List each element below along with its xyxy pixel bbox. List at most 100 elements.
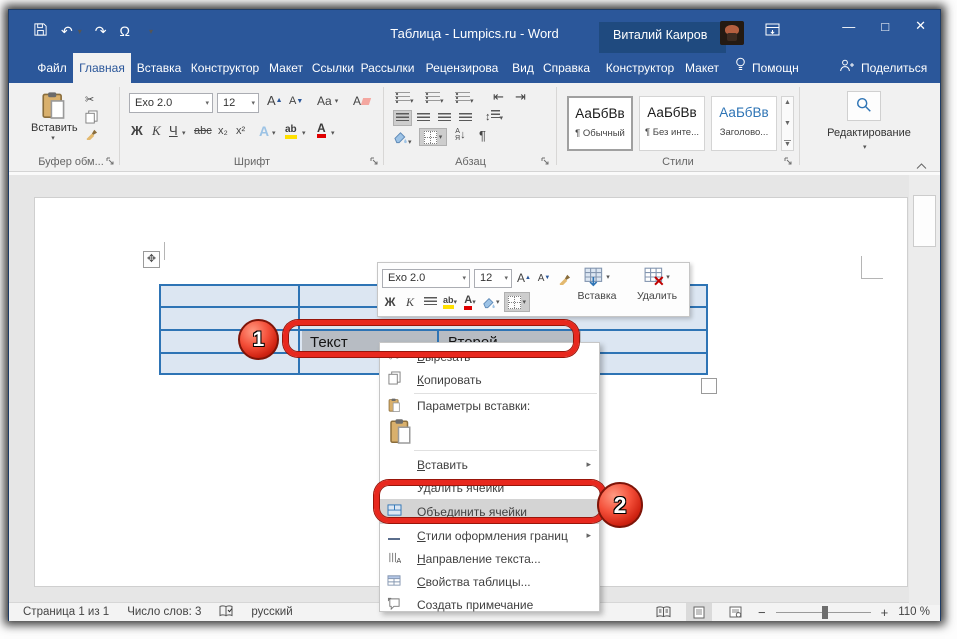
mini-delete-table-button[interactable]: ▾ Удалить (631, 267, 683, 302)
menu-item-new-comment[interactable]: Создать примечание (380, 593, 599, 616)
proofing-icon[interactable] (219, 605, 233, 620)
align-right-button[interactable] (435, 110, 454, 126)
copy-icon[interactable] (85, 110, 98, 127)
menu-item-table-properties[interactable]: Свойства таблицы... (380, 570, 599, 593)
scrollbar-thumb[interactable] (913, 195, 936, 247)
bullet-list-icon[interactable]: ▾ (395, 92, 414, 106)
change-case-button[interactable]: Aa▾ (317, 94, 338, 108)
style-normal[interactable]: АаБбВв ¶ Обычный (567, 96, 633, 151)
underline-dropdown-icon[interactable]: ▾ (182, 129, 186, 137)
superscript-button[interactable]: x² (236, 125, 245, 137)
style-heading1[interactable]: АаБбВв Заголово... (711, 96, 777, 151)
table-resize-handle[interactable] (701, 378, 717, 394)
zoom-slider-thumb[interactable] (822, 606, 828, 619)
paste-dropdown-icon[interactable]: ▾ (31, 134, 75, 142)
editing-dropdown-icon[interactable]: ▾ (863, 143, 867, 151)
zoom-out-button[interactable]: − (758, 605, 766, 620)
tab-home[interactable]: Главная (73, 53, 131, 83)
font-color-button[interactable]: А (317, 123, 326, 138)
scroll-up-icon[interactable]: ▲ (784, 99, 791, 106)
font-name-combo[interactable]: Exo 2.0▾ (129, 93, 213, 113)
mini-italic-button[interactable]: К (402, 292, 418, 312)
menu-item-insert[interactable]: Вставить ▸ (380, 453, 599, 476)
word-count[interactable]: Число слов: 3 (127, 606, 201, 618)
page-indicator[interactable]: Страница 1 из 1 (23, 606, 109, 618)
decrease-indent-icon[interactable]: ⇤ (493, 89, 504, 105)
mini-font-size-combo[interactable]: 12▾ (474, 269, 512, 288)
align-left-button[interactable] (393, 110, 412, 126)
account-user-name[interactable]: Виталий Каиров (613, 28, 707, 42)
sort-icon[interactable]: АЯ ↓ (455, 128, 466, 142)
text-effects-dropdown-icon[interactable]: ▾ (272, 129, 276, 137)
mini-highlight-button[interactable]: ab▾ (442, 292, 458, 312)
find-button[interactable] (847, 91, 881, 121)
underline-button[interactable]: Ч (169, 123, 178, 138)
mini-font-name-combo[interactable]: Exo 2.0▾ (382, 269, 470, 288)
paste-button[interactable]: Вставить ▾ (31, 91, 75, 147)
tab-view[interactable]: Вид (508, 53, 538, 83)
close-button[interactable]: ✕ (915, 18, 926, 34)
styles-dialog-launcher-icon[interactable] (784, 157, 794, 167)
zoom-slider[interactable] (776, 612, 871, 613)
bold-button[interactable]: Ж (131, 123, 143, 138)
subscript-button[interactable]: x₂ (218, 125, 228, 137)
menu-item-copy[interactable]: Копировать (380, 368, 599, 391)
avatar[interactable] (720, 21, 744, 45)
menu-item-border-styles[interactable]: Стили оформления границ ▸ (380, 524, 599, 547)
read-mode-icon[interactable] (650, 603, 676, 621)
align-justify-button[interactable] (456, 110, 475, 126)
shrink-font-button[interactable]: А▼ (289, 95, 303, 107)
clipboard-dialog-launcher-icon[interactable] (106, 157, 116, 167)
mini-borders-button[interactable]: ▾ (504, 292, 531, 312)
pilcrow-icon[interactable]: ¶ (479, 128, 486, 143)
tab-file[interactable]: Файл (33, 53, 71, 83)
mini-bold-button[interactable]: Ж (382, 292, 398, 312)
tab-review[interactable]: Рецензирова (418, 53, 506, 83)
ribbon-display-options-icon[interactable] (765, 22, 780, 42)
cut-icon[interactable]: ✂ (85, 93, 94, 106)
numbered-list-icon[interactable]: ▾ (425, 92, 444, 106)
tab-design[interactable]: Конструктор (187, 53, 263, 83)
strikethrough-button[interactable]: abc (194, 125, 212, 137)
paragraph-dialog-launcher-icon[interactable] (541, 157, 551, 167)
mini-format-painter-icon[interactable] (556, 268, 572, 288)
gallery-more-icon[interactable]: ▼ (784, 140, 791, 148)
web-layout-icon[interactable] (722, 603, 748, 621)
tab-references[interactable]: Ссылки (309, 53, 357, 83)
highlight-button[interactable]: ab (285, 125, 297, 139)
menu-item-text-direction[interactable]: А Направление текста... (380, 547, 599, 570)
style-no-spacing[interactable]: АаБбВв ¶ Без инте... (639, 96, 705, 151)
increase-indent-icon[interactable]: ⇥ (515, 89, 526, 105)
zoom-in-button[interactable]: + (881, 605, 889, 620)
editing-label[interactable]: Редактирование (801, 127, 937, 139)
grow-font-button[interactable]: А▲ (267, 93, 283, 108)
font-size-combo[interactable]: 12▾ (217, 93, 259, 113)
mini-shrink-font-button[interactable]: А▼ (536, 268, 552, 288)
scroll-down-icon[interactable]: ▼ (784, 120, 791, 127)
language-indicator[interactable]: русский (251, 606, 292, 618)
text-effects-button[interactable]: А (259, 123, 269, 139)
zoom-level[interactable]: 110 % (898, 606, 930, 618)
tab-mailings[interactable]: Рассылки (359, 53, 416, 83)
maximize-button[interactable]: □ (881, 19, 889, 34)
shading-icon[interactable]: ▾ (393, 130, 412, 147)
minimize-button[interactable]: — (842, 19, 855, 34)
tab-insert[interactable]: Вставка (133, 53, 185, 83)
italic-button[interactable]: К (152, 123, 161, 139)
mini-insert-table-button[interactable]: ▾ Вставка (571, 267, 623, 302)
tab-table-design[interactable]: Конструктор (603, 53, 677, 83)
format-painter-icon[interactable] (85, 127, 98, 143)
multilevel-list-icon[interactable]: ▾ (455, 92, 474, 106)
font-dialog-launcher-icon[interactable] (370, 157, 380, 167)
mini-font-color-button[interactable]: А▾ (462, 292, 478, 312)
align-center-button[interactable] (414, 110, 433, 126)
tab-help[interactable]: Справка (540, 53, 593, 83)
table-move-handle[interactable]: ✥ (143, 251, 160, 268)
mini-align-icon[interactable] (422, 292, 438, 312)
styles-gallery-scroll[interactable]: ▲ ▼ ▼ (781, 96, 794, 151)
borders-button[interactable]: ▾ (419, 128, 447, 146)
highlight-dropdown-icon[interactable]: ▾ (302, 129, 306, 137)
paste-keep-source-icon[interactable] (388, 418, 412, 447)
tab-table-layout[interactable]: Макет (679, 53, 725, 83)
share-button[interactable]: Поделиться (839, 53, 927, 83)
